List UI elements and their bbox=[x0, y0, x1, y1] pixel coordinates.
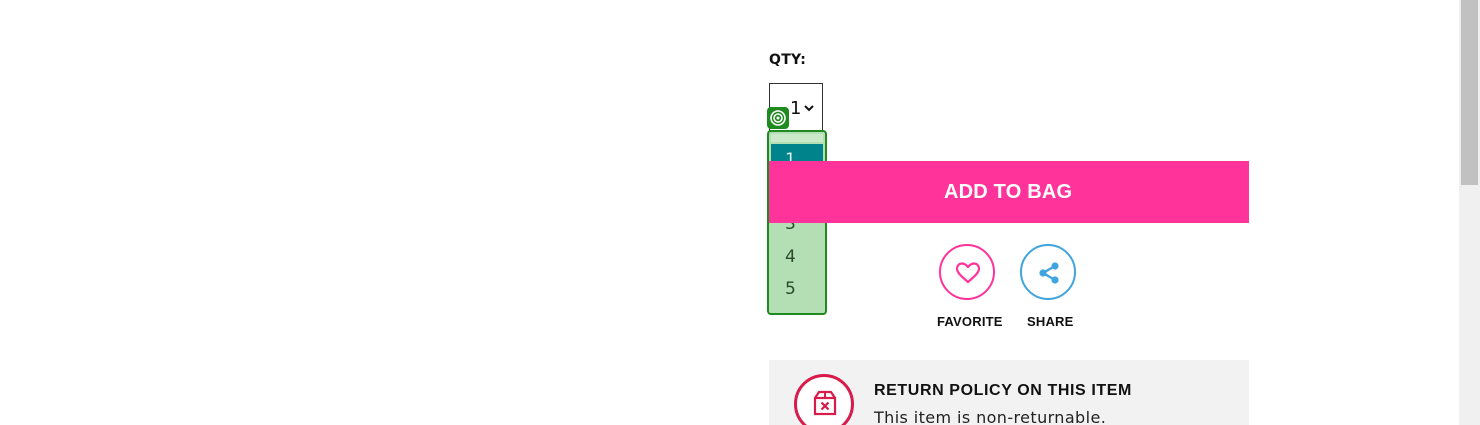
add-to-bag-button[interactable]: ADD TO BAG bbox=[769, 161, 1249, 223]
box-x-icon bbox=[794, 374, 854, 425]
return-policy-title: RETURN POLICY ON THIS ITEM bbox=[874, 382, 1132, 399]
product-purchase-panel: QTY: 1 1 2 3 4 5 ADD TO BAG bbox=[0, 0, 1480, 425]
dropdown-top-spacer bbox=[771, 134, 823, 142]
scrollbar-thumb[interactable] bbox=[1461, 0, 1478, 185]
add-to-bag-label: ADD TO BAG bbox=[944, 181, 1073, 203]
quantity-option[interactable]: 4 bbox=[771, 241, 823, 273]
return-policy-box: RETURN POLICY ON THIS ITEM This item is … bbox=[769, 360, 1249, 425]
quantity-selected-value: 1 bbox=[790, 98, 802, 119]
quantity-option[interactable]: 5 bbox=[771, 273, 823, 305]
share-button[interactable] bbox=[1020, 244, 1076, 300]
page-scrollbar[interactable] bbox=[1459, 0, 1480, 425]
chevron-down-icon bbox=[804, 105, 814, 112]
favorite-label: FAVORITE bbox=[937, 314, 1003, 329]
target-icon bbox=[767, 107, 789, 129]
quantity-label: QTY: bbox=[769, 52, 807, 68]
favorite-button[interactable] bbox=[939, 244, 995, 300]
heart-icon bbox=[955, 262, 981, 284]
share-label: SHARE bbox=[1027, 314, 1074, 329]
return-policy-description: This item is non-returnable. bbox=[874, 408, 1107, 425]
share-icon bbox=[1039, 262, 1059, 284]
